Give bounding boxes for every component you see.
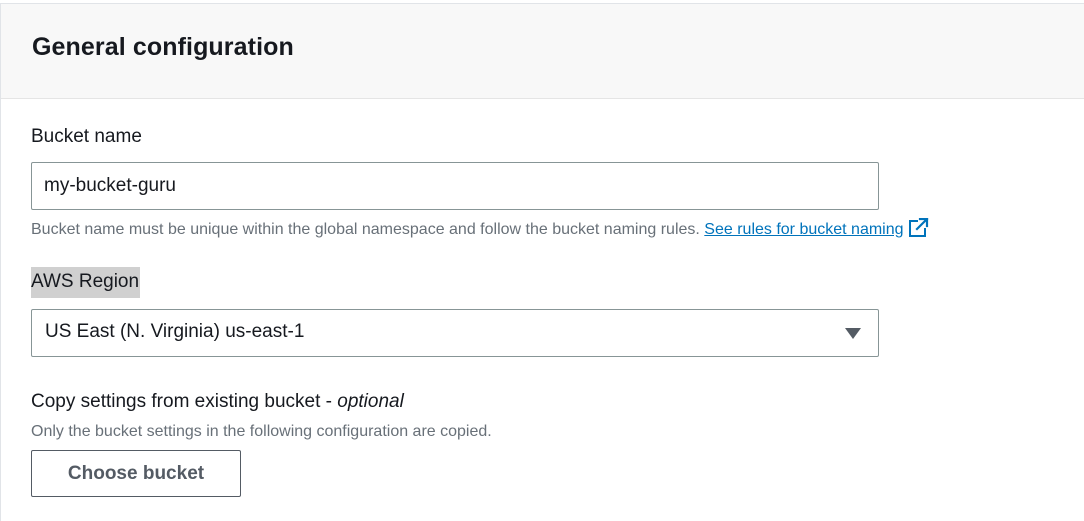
aws-region-label: AWS Region (31, 267, 141, 298)
bucket-name-input[interactable] (31, 162, 879, 210)
bucket-name-hint: Bucket name must be unique within the gl… (31, 217, 930, 243)
panel-title: General configuration (32, 33, 294, 61)
copy-settings-label: Copy settings from existing bucket - opt… (31, 391, 404, 413)
general-configuration-panel: General configuration (0, 3, 1084, 521)
caret-down-icon (845, 328, 861, 339)
panel-header: General configuration (1, 4, 1084, 99)
optional-tag: optional (337, 391, 404, 412)
bucket-naming-rules-link-text[interactable]: See rules for bucket naming (704, 221, 903, 238)
bucket-naming-rules-link[interactable]: See rules for bucket naming (704, 217, 930, 238)
aws-region-select[interactable]: US East (N. Virginia) us-east-1 (31, 309, 879, 357)
bucket-name-label: Bucket name (31, 126, 142, 147)
choose-bucket-button[interactable]: Choose bucket (31, 450, 241, 497)
external-link-icon[interactable] (908, 217, 930, 243)
copy-settings-label-text: Copy settings from existing bucket - (31, 391, 338, 412)
bucket-name-hint-text: Bucket name must be unique within the gl… (31, 221, 700, 238)
aws-region-selected-value: US East (N. Virginia) us-east-1 (45, 321, 305, 342)
copy-settings-hint: Only the bucket settings in the followin… (31, 423, 492, 440)
